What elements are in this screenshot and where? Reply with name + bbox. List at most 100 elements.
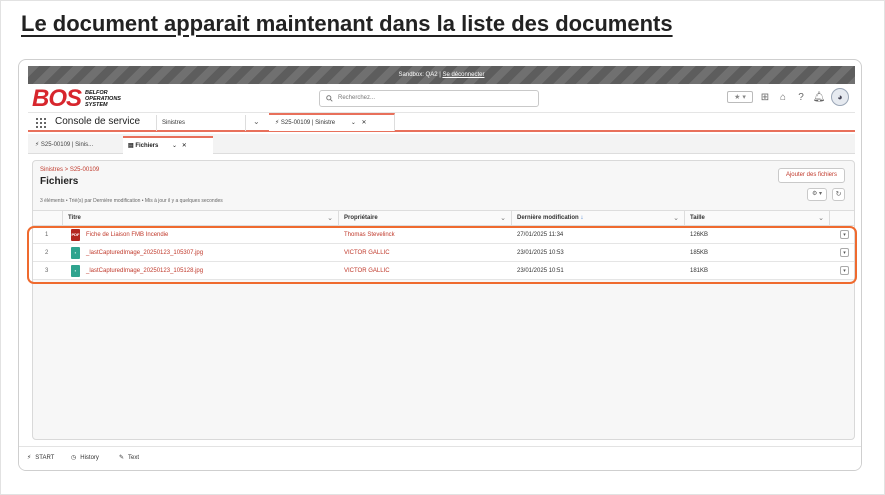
lightning-icon: ⚡︎ bbox=[275, 120, 280, 126]
header-rownum bbox=[33, 211, 63, 226]
header-modified-label: Dernière modification bbox=[517, 215, 579, 221]
chevron-down-icon[interactable]: ⌄ bbox=[351, 120, 356, 126]
object-selector[interactable]: Sinistres bbox=[156, 115, 246, 131]
subtab-files[interactable]: ▤ Fichiers ⌄ ✕ bbox=[123, 136, 213, 154]
table-row[interactable]: 1 PDF Fiche de Liaison FMB Incendie Thom… bbox=[33, 226, 854, 244]
logo-sub-3: SYSTEM bbox=[85, 102, 108, 108]
pencil-icon: ✎ bbox=[119, 455, 125, 461]
row-number: 2 bbox=[45, 250, 49, 256]
clock-icon: ◷ bbox=[71, 455, 77, 461]
page-title: Fichiers bbox=[40, 176, 79, 187]
header-size[interactable]: Taille ⌄ bbox=[685, 211, 830, 226]
table-row[interactable]: 2 ▪ _lastCapturedImage_20250123_105307.j… bbox=[33, 244, 854, 262]
header-title-label: Titre bbox=[68, 215, 81, 221]
utility-history[interactable]: ◷ History bbox=[71, 454, 99, 462]
chevron-down-icon[interactable]: ⌄ bbox=[327, 211, 333, 226]
utility-text-label: Text bbox=[128, 454, 140, 461]
list-settings-button[interactable]: ⚙︎ ▾ bbox=[807, 188, 827, 201]
lightning-icon: ⚡︎ bbox=[35, 142, 40, 148]
close-icon[interactable]: ✕ bbox=[182, 143, 187, 149]
add-icon[interactable]: ⊞ bbox=[759, 91, 771, 103]
gear-icon: ⚙︎ bbox=[811, 191, 818, 197]
header-owner[interactable]: Propriétaire ⌄ bbox=[339, 211, 512, 226]
owner-link[interactable]: VICTOR GALLIC bbox=[344, 262, 390, 280]
avatar[interactable]: ◕ bbox=[831, 88, 849, 106]
row-actions-button[interactable]: ▾ bbox=[840, 230, 849, 239]
row-number: 3 bbox=[45, 268, 49, 274]
breadcrumb[interactable]: Sinistres > S25-00109 bbox=[40, 167, 99, 173]
app-name: Console de service bbox=[55, 116, 141, 127]
refresh-icon: ↻ bbox=[835, 191, 842, 198]
owner-link[interactable]: Thomas Stevelinck bbox=[344, 226, 395, 244]
related-list: Sinistres > S25-00109 Fichiers 3 élément… bbox=[32, 160, 855, 440]
image-file-icon: ▪ bbox=[71, 265, 80, 277]
star-icon: ★ bbox=[734, 94, 741, 101]
list-meta: 3 éléments • Trié(s) par Dernière modifi… bbox=[40, 198, 223, 204]
slide: Le document apparait maintenant dans la … bbox=[0, 0, 885, 495]
image-file-icon: ▪ bbox=[71, 247, 80, 259]
subtab-record-label: S25-00109 | Sinis... bbox=[40, 142, 94, 148]
utility-history-label: History bbox=[80, 454, 99, 461]
modified-date: 27/01/2025 11:34 bbox=[517, 232, 564, 238]
salesforce-screenshot: Sandbox: QA2 | Se déconnecter BOS BELFOR… bbox=[18, 59, 862, 471]
logo-mark: BOS bbox=[32, 85, 82, 112]
utility-start-label: START bbox=[35, 454, 55, 461]
owner-link[interactable]: VICTOR GALLIC bbox=[344, 244, 390, 262]
trailhead-icon[interactable]: ⌂ bbox=[777, 91, 789, 103]
header-owner-label: Propriétaire bbox=[344, 215, 378, 221]
logout-link[interactable]: Se déconnecter bbox=[442, 72, 484, 78]
files-table: Titre ⌄ Propriétaire ⌄ Dernière modificati… bbox=[33, 210, 854, 280]
pdf-file-icon: PDF bbox=[71, 229, 80, 241]
chevron-down-icon[interactable]: ⌄ bbox=[172, 143, 177, 149]
chevron-down-icon[interactable]: ⌄ bbox=[253, 117, 260, 126]
subtab-files-label: Fichiers bbox=[135, 143, 159, 149]
global-header: BOS BELFOR OPERATIONS SYSTEM Recherchez.… bbox=[28, 84, 855, 112]
app-navigation: Console de service Sinistres ⌄ ⚡︎ S25-00… bbox=[28, 112, 855, 132]
table-header: Titre ⌄ Propriétaire ⌄ Dernière modificati… bbox=[33, 210, 854, 226]
file-size: 181KB bbox=[690, 268, 709, 274]
chevron-down-icon[interactable]: ⌄ bbox=[500, 211, 506, 226]
help-icon[interactable]: ? bbox=[795, 91, 807, 103]
workspace-tab[interactable]: ⚡︎ S25-00109 | Sinistre ⌄ ✕ bbox=[269, 113, 395, 131]
chevron-down-icon[interactable]: ⌄ bbox=[818, 211, 824, 226]
add-files-button[interactable]: Ajouter des fichiers bbox=[777, 168, 845, 183]
workspace-tab-label: S25-00109 | Sinistre bbox=[280, 120, 336, 126]
header-title[interactable]: Titre ⌄ bbox=[63, 211, 339, 226]
refresh-button[interactable]: ↻ bbox=[832, 188, 845, 201]
search-input[interactable]: Recherchez... bbox=[319, 90, 539, 107]
sandbox-label: Sandbox: QA2 | bbox=[398, 72, 443, 78]
bos-logo[interactable]: BOS BELFOR OPERATIONS SYSTEM bbox=[32, 87, 121, 111]
modified-date: 23/01/2025 10:51 bbox=[517, 268, 564, 274]
header-actions: ★ ▾ ⊞ ⌂ ? 🔔︎ ◕ bbox=[727, 88, 849, 106]
lightning-icon: ⚡︎ bbox=[27, 455, 32, 461]
file-title-link[interactable]: _lastCapturedImage_20250123_105128.jpg bbox=[86, 262, 203, 280]
header-modified[interactable]: Dernière modification ↓ ⌄ bbox=[512, 211, 685, 226]
modified-date: 23/01/2025 10:53 bbox=[517, 250, 564, 256]
sandbox-bar: Sandbox: QA2 | Se déconnecter bbox=[28, 66, 855, 84]
slide-title: Le document apparait maintenant dans la … bbox=[21, 11, 673, 36]
file-title-link[interactable]: Fiche de Liaison FMB Incendie bbox=[86, 226, 168, 244]
subtab-record[interactable]: ⚡︎ S25-00109 | Sinis... bbox=[30, 136, 118, 154]
chevron-down-icon[interactable]: ⌄ bbox=[673, 211, 679, 226]
subtab-bar: ⚡︎ S25-00109 | Sinis... ▤ Fichiers ⌄ ✕ bbox=[28, 134, 855, 154]
file-size: 126KB bbox=[690, 232, 709, 238]
sort-arrow-icon: ↓ bbox=[580, 215, 584, 221]
row-actions-button[interactable]: ▾ bbox=[840, 266, 849, 275]
files-icon: ▤ bbox=[128, 143, 134, 149]
bell-icon[interactable]: 🔔︎ bbox=[813, 91, 826, 103]
file-title-link[interactable]: _lastCapturedImage_20250123_105307.jpg bbox=[86, 244, 203, 262]
utility-bar: ⚡︎ START ◷ History ✎ Text bbox=[19, 446, 861, 470]
logo-subtitle: BELFOR OPERATIONS SYSTEM bbox=[85, 90, 121, 108]
row-actions-button[interactable]: ▾ bbox=[840, 248, 849, 257]
row-number: 1 bbox=[45, 232, 49, 238]
close-icon[interactable]: ✕ bbox=[362, 120, 367, 126]
search-icon bbox=[326, 95, 333, 102]
favorites-button[interactable]: ★ ▾ bbox=[727, 91, 753, 103]
chevron-down-icon: ▾ bbox=[742, 94, 746, 101]
utility-text[interactable]: ✎ Text bbox=[119, 454, 140, 462]
header-size-label: Taille bbox=[690, 215, 705, 221]
utility-start[interactable]: ⚡︎ START bbox=[27, 454, 55, 462]
table-row[interactable]: 3 ▪ _lastCapturedImage_20250123_105128.j… bbox=[33, 262, 854, 280]
search-placeholder: Recherchez... bbox=[338, 95, 376, 101]
app-launcher-icon[interactable] bbox=[36, 118, 46, 128]
